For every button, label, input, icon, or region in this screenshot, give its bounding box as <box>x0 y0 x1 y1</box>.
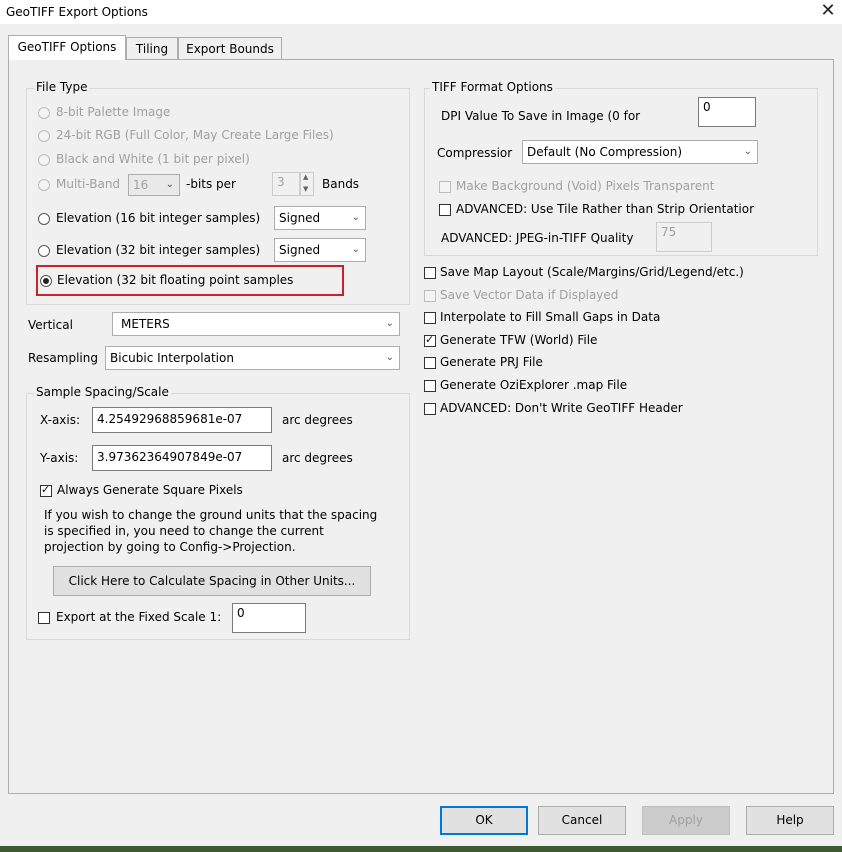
save-vector-data-checkbox[interactable] <box>424 290 436 302</box>
jpeg-quality-input[interactable]: 75 <box>656 222 712 252</box>
spin-up-icon[interactable]: ▲ <box>303 173 308 181</box>
elevation-16bit-sign-select[interactable]: Signed ⌄ <box>274 206 366 230</box>
radio-multi-band[interactable] <box>38 179 50 191</box>
radio-24bit-rgb[interactable] <box>38 130 50 142</box>
radio-8bit-palette-label: 8-bit Palette Image <box>56 105 171 119</box>
radio-elevation-32bit-float[interactable] <box>40 275 52 287</box>
x-axis-label: X-axis: <box>40 413 81 427</box>
chevron-down-icon: ⌄ <box>385 352 394 363</box>
square-pixels-checkbox[interactable] <box>40 483 52 497</box>
radio-elevation-16bit-label: Elevation (16 bit integer samples) <box>56 211 261 225</box>
radio-multi-band-label: Multi-Band <box>56 177 121 191</box>
elevation-32bit-sign-select[interactable]: Signed ⌄ <box>274 238 366 262</box>
radio-24bit-rgb-label: 24-bit RGB (Full Color, May Create Large… <box>56 128 334 142</box>
chevron-down-icon: ⌄ <box>351 212 360 223</box>
save-vector-data-label: Save Vector Data if Displayed <box>440 288 619 302</box>
generate-ozi-map-label: Generate OziExplorer .map File <box>440 378 628 392</box>
save-map-layout-checkbox[interactable] <box>424 267 436 279</box>
generate-ozi-map-checkbox[interactable] <box>424 380 436 392</box>
bands-spinner-input[interactable]: 3 <box>272 172 300 196</box>
chevron-down-icon: ⌄ <box>743 146 752 157</box>
tile-orientation-checkbox[interactable] <box>439 204 451 216</box>
fixed-scale-checkbox[interactable] <box>38 612 50 624</box>
transparent-background-checkbox[interactable] <box>439 181 451 193</box>
fixed-scale-label: Export at the Fixed Scale 1: <box>56 610 222 624</box>
x-axis-spacing-input[interactable]: 4.25492968859681e-07 <box>92 407 272 433</box>
tab-export-bounds[interactable]: Export Bounds <box>178 37 282 59</box>
save-map-layout-label: Save Map Layout (Scale/Margins/Grid/Lege… <box>440 265 744 279</box>
radio-8bit-palette[interactable] <box>38 107 50 119</box>
tab-geotiff-options[interactable]: GeoTIFF Options <box>8 35 126 60</box>
compression-label: Compressior <box>437 146 513 160</box>
calculate-spacing-button[interactable]: Click Here to Calculate Spacing in Other… <box>53 566 371 596</box>
chevron-down-icon: ⌄ <box>385 318 394 329</box>
y-axis-label: Y-axis: <box>40 451 79 465</box>
bits-select[interactable]: 16 ⌄ <box>128 174 180 196</box>
vertical-label: Vertical <box>28 318 73 332</box>
bands-spinner[interactable]: ▲ ▼ <box>300 172 314 196</box>
x-axis-units: arc degrees <box>282 413 353 427</box>
cancel-button[interactable]: Cancel <box>538 806 626 835</box>
radio-black-white[interactable] <box>38 154 50 166</box>
no-geotiff-header-label: ADVANCED: Don't Write GeoTIFF Header <box>440 401 683 415</box>
resampling-select[interactable]: Bicubic Interpolation ⌄ <box>105 346 400 370</box>
square-pixels-label: Always Generate Square Pixels <box>57 483 243 497</box>
chevron-down-icon: ⌄ <box>351 244 360 255</box>
interpolate-gaps-label: Interpolate to Fill Small Gaps in Data <box>440 310 661 324</box>
fixed-scale-input[interactable]: 0 <box>232 603 306 633</box>
background-strip <box>0 846 842 852</box>
radio-black-white-label: Black and White (1 bit per pixel) <box>56 152 250 166</box>
generate-tfw-checkbox[interactable] <box>424 333 436 347</box>
interpolate-gaps-checkbox[interactable] <box>424 312 436 324</box>
spin-down-icon[interactable]: ▼ <box>303 185 308 193</box>
spacing-note-line-1: If you wish to change the ground units t… <box>44 508 378 522</box>
tile-orientation-label: ADVANCED: Use Tile Rather than Strip Ori… <box>456 202 755 216</box>
jpeg-quality-label: ADVANCED: JPEG-in-TIFF Quality <box>441 231 634 245</box>
compression-select[interactable]: Default (No Compression) ⌄ <box>522 140 758 164</box>
compression-value: Default (No Compression) <box>527 145 683 159</box>
dpi-input[interactable]: 0 <box>698 97 756 127</box>
y-axis-units: arc degrees <box>282 451 353 465</box>
elevation-16bit-sign-value: Signed <box>279 211 321 225</box>
chevron-down-icon: ⌄ <box>165 179 174 190</box>
radio-elevation-16bit[interactable] <box>38 213 50 225</box>
close-icon[interactable]: ✕ <box>818 1 838 21</box>
spacing-note-line-2: is specified in, you need to change the … <box>44 524 324 538</box>
bands-label: Bands <box>322 177 360 191</box>
dpi-label: DPI Value To Save in Image (0 for <box>441 109 641 123</box>
elevation-32bit-sign-value: Signed <box>279 243 321 257</box>
generate-prj-checkbox[interactable] <box>424 357 436 369</box>
sample-spacing-title: Sample Spacing/Scale <box>34 385 171 399</box>
y-axis-spacing-input[interactable]: 3.97362364907849e-07 <box>92 445 272 471</box>
window-title: GeoTIFF Export Options <box>6 5 148 19</box>
vertical-units-select[interactable]: METERS ⌄ <box>112 312 400 336</box>
radio-elevation-32bit-int[interactable] <box>38 245 50 257</box>
generate-tfw-label: Generate TFW (World) File <box>440 333 598 347</box>
resampling-label: Resampling <box>28 351 98 365</box>
tiff-format-title: TIFF Format Options <box>430 80 555 94</box>
ok-button[interactable]: OK <box>440 806 528 835</box>
transparent-background-label: Make Background (Void) Pixels Transparen… <box>456 179 715 193</box>
spacing-note-line-3: projection by going to Config->Projectio… <box>44 540 296 554</box>
radio-elevation-32bit-int-label: Elevation (32 bit integer samples) <box>56 243 261 257</box>
vertical-units-value: METERS <box>121 317 170 331</box>
no-geotiff-header-checkbox[interactable] <box>424 403 436 415</box>
apply-button[interactable]: Apply <box>642 806 730 835</box>
resampling-value: Bicubic Interpolation <box>110 351 234 365</box>
radio-elevation-32bit-float-label: Elevation (32 bit floating point samples <box>57 273 294 287</box>
bits-select-value: 16 <box>133 178 149 192</box>
tab-tiling[interactable]: Tiling <box>126 37 178 59</box>
bits-per-label: -bits per <box>186 177 236 191</box>
help-button[interactable]: Help <box>746 806 834 835</box>
generate-prj-label: Generate PRJ File <box>440 355 543 369</box>
file-type-title: File Type <box>34 80 90 94</box>
